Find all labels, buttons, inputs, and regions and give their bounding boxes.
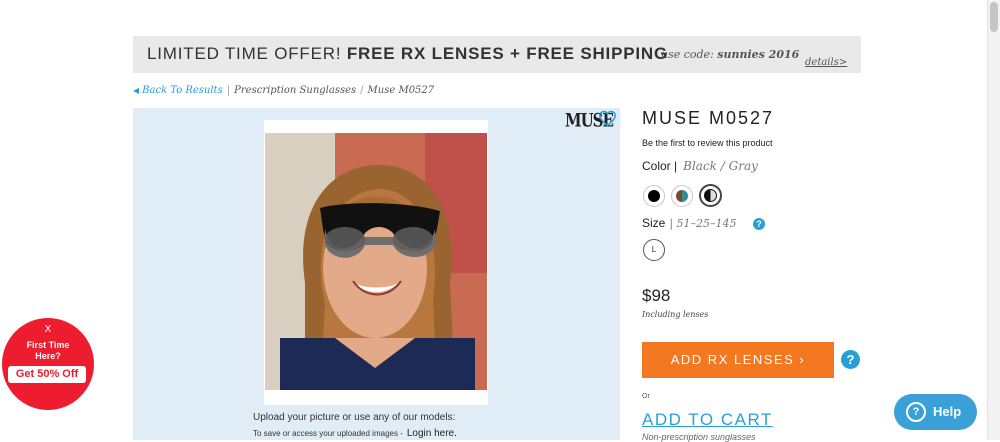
- color-value: Black / Gray: [683, 159, 758, 173]
- help-button[interactable]: ? Help: [894, 394, 977, 430]
- login-link[interactable]: Login here.: [407, 428, 457, 439]
- promo-code-prefix: use code:: [661, 48, 718, 61]
- try-on-viewer: MUSE Upload your picture or use any of o…: [133, 108, 620, 440]
- size-option-l[interactable]: L: [643, 239, 665, 261]
- model-face-image: [265, 133, 487, 390]
- color-row: Color | Black / Gray: [642, 159, 758, 173]
- back-to-results-link[interactable]: Back To Results: [142, 85, 223, 96]
- promo-free-text: FREE RX LENSES + FREE SHIPPING: [346, 44, 668, 63]
- breadcrumb-separator: |: [226, 85, 231, 96]
- or-divider-text: Or: [642, 393, 650, 400]
- add-to-cart-link[interactable]: ADD TO CART: [642, 410, 773, 430]
- color-swatch-black-gray[interactable]: [699, 184, 722, 207]
- breadcrumb-category[interactable]: Prescription Sunglasses: [234, 85, 356, 96]
- promo-details-link[interactable]: details>: [805, 57, 847, 68]
- first-time-line1: First Time: [26, 340, 70, 350]
- rx-help-icon[interactable]: ?: [841, 350, 860, 369]
- size-help-icon[interactable]: ?: [753, 218, 765, 230]
- size-label: Size: [642, 216, 666, 230]
- color-swatch-black[interactable]: [643, 185, 665, 207]
- promo-headline: LIMITED TIME OFFER! FREE RX LENSES + FRE…: [147, 44, 668, 64]
- swatch-color-dot: [648, 190, 660, 202]
- help-question-icon: ?: [906, 402, 926, 422]
- close-icon[interactable]: X: [2, 324, 94, 335]
- breadcrumb-current: Muse M0527: [367, 85, 435, 96]
- page-scrollbar[interactable]: [987, 0, 1000, 440]
- size-value: | 51–25–145: [669, 217, 737, 230]
- back-arrow-icon[interactable]: ◀: [133, 86, 139, 95]
- promo-code-value: sunnies 2016: [717, 48, 800, 61]
- photo-frame: [264, 120, 488, 405]
- price-note: Including lenses: [642, 310, 709, 319]
- get-50-off-pill[interactable]: Get 50% Off: [8, 366, 86, 383]
- breadcrumb: ◀ Back To Results | Prescription Sunglasses…: [133, 85, 434, 96]
- color-label: Color |: [642, 159, 678, 173]
- promo-offer-text: LIMITED TIME OFFER!: [147, 44, 347, 63]
- color-swatch-brown-teal[interactable]: [671, 185, 693, 207]
- first-time-offer-badge[interactable]: X First Time Here? Get 50% Off: [2, 318, 94, 410]
- favorite-heart-icon[interactable]: [598, 110, 617, 127]
- size-row: Size | 51–25–145: [642, 216, 737, 230]
- save-instructions: To save or access your uploaded images -…: [253, 428, 457, 439]
- scrollbar-thumb[interactable]: [990, 2, 998, 32]
- promo-banner: LIMITED TIME OFFER! FREE RX LENSES + FRE…: [133, 36, 861, 73]
- swatch-color-dot: [704, 189, 717, 202]
- promo-code: use code: sunnies 2016: [661, 48, 799, 61]
- breadcrumb-separator: /: [360, 85, 364, 96]
- review-prompt-link[interactable]: Be the first to review this product: [642, 138, 773, 148]
- non-prescription-note: Non-prescription sunglasses: [642, 432, 756, 442]
- upload-instructions: Upload your picture or use any of our mo…: [253, 412, 456, 423]
- save-instructions-text: To save or access your uploaded images -: [253, 429, 403, 438]
- first-time-text: First Time Here?: [2, 340, 94, 362]
- swatch-color-dot: [676, 190, 688, 202]
- model-photo[interactable]: [265, 133, 487, 390]
- product-title: MUSE M0527: [642, 108, 775, 128]
- add-rx-lenses-button[interactable]: ADD RX LENSES ›: [642, 342, 834, 378]
- product-price: $98: [642, 286, 671, 305]
- first-time-line2: Here?: [35, 351, 61, 361]
- help-label: Help: [933, 404, 962, 419]
